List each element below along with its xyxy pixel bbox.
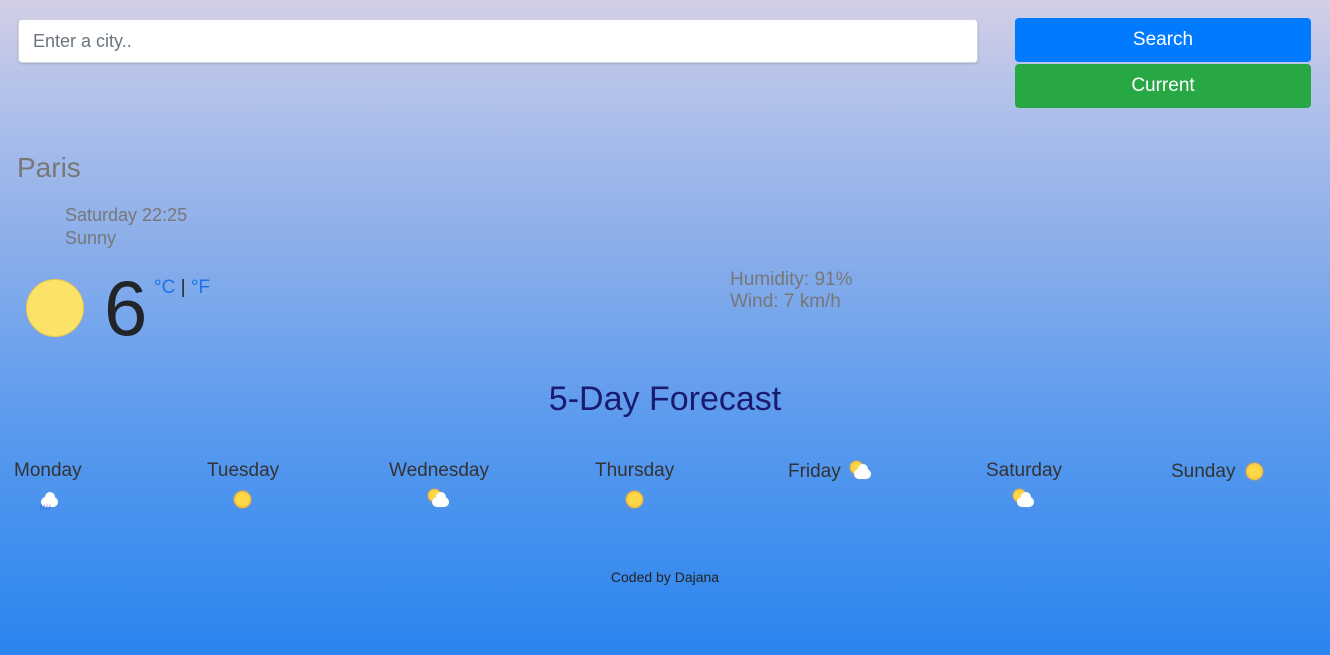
- partly-cloudy-icon: [1012, 488, 1036, 512]
- forecast-day-monday: Monday ////: [14, 460, 82, 512]
- search-button[interactable]: Search: [1015, 18, 1311, 62]
- celsius-link[interactable]: °C: [154, 277, 175, 298]
- city-search-input[interactable]: [18, 19, 978, 63]
- forecast-day-label: Saturday: [986, 460, 1063, 481]
- sun-icon: [623, 488, 647, 512]
- forecast-day-label: Tuesday: [207, 460, 280, 481]
- forecast-day-wednesday: Wednesday: [389, 460, 489, 512]
- current-details: Saturday 22:25 Sunny: [65, 204, 187, 250]
- city-name: Paris: [17, 152, 81, 183]
- forecast-day-friday: Friday: [788, 460, 873, 484]
- forecast-title: 5-Day Forecast: [548, 380, 782, 418]
- forecast-day-label: Thursday: [595, 460, 675, 481]
- current-location-button[interactable]: Current: [1015, 64, 1311, 108]
- forecast-day-thursday: Thursday: [595, 460, 674, 512]
- humidity-value: Humidity: 91%: [730, 269, 853, 290]
- sun-icon: [26, 279, 84, 337]
- forecast-day-sunday: Sunday: [1171, 460, 1267, 484]
- forecast-day-label: Sunday: [1171, 461, 1236, 482]
- footer-credit: Coded by Dajana: [610, 569, 720, 585]
- forecast-day-label: Monday: [14, 460, 82, 481]
- forecast-day-label: Friday: [788, 461, 841, 482]
- current-conditions: Humidity: 91% Wind: 7 km/h: [730, 269, 853, 313]
- sun-icon: [1243, 460, 1267, 484]
- rain-cloud-icon: ////: [36, 488, 60, 512]
- current-description: Sunny: [65, 228, 117, 248]
- unit-separator: |: [180, 277, 186, 298]
- partly-cloudy-icon: [427, 488, 451, 512]
- current-temperature: 6: [104, 264, 148, 352]
- forecast-day-saturday: Saturday: [986, 460, 1062, 512]
- current-datetime: Saturday 22:25: [65, 205, 188, 225]
- forecast-day-tuesday: Tuesday: [207, 460, 279, 512]
- forecast-day-label: Wednesday: [389, 460, 489, 481]
- fahrenheit-link[interactable]: °F: [191, 277, 210, 298]
- sun-icon: [231, 488, 255, 512]
- wind-value: Wind: 7 km/h: [730, 291, 841, 312]
- unit-toggle: °C | °F: [154, 277, 210, 299]
- partly-cloudy-icon: [849, 460, 873, 484]
